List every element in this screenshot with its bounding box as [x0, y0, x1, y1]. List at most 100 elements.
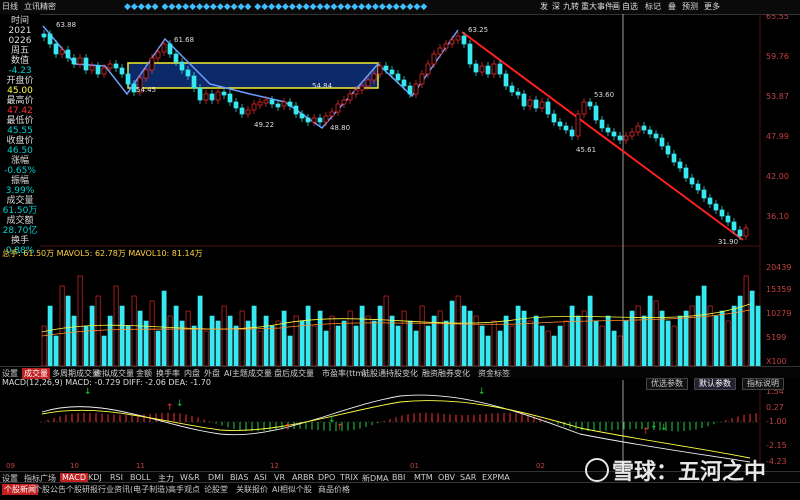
candle-body	[179, 61, 185, 71]
tab-item[interactable]: 设置	[2, 368, 18, 379]
volume-bar	[665, 320, 671, 367]
volume-bar	[443, 320, 449, 367]
volume-bar	[689, 305, 695, 367]
indicator-help-button[interactable]: 指标说明	[742, 378, 784, 390]
tab-item[interactable]: BIAS	[230, 473, 248, 482]
trend-line[interactable]	[461, 31, 744, 241]
tab-item[interactable]: KDJ	[88, 473, 102, 482]
candle-body	[611, 131, 617, 137]
news-tab[interactable]: 商品价格	[318, 484, 350, 495]
candle-body	[335, 103, 341, 113]
candlesticks	[41, 30, 749, 240]
tab-item[interactable]: 成交量	[22, 368, 50, 379]
candle-body	[629, 131, 635, 137]
default-params-button[interactable]: 默认参数	[694, 378, 736, 390]
tab-item[interactable]: 盘后成交量	[274, 368, 314, 379]
volume-bar	[365, 315, 371, 367]
toolbar-major-events[interactable]: 重大事件	[581, 1, 613, 12]
tab-item[interactable]: BOLL	[130, 473, 151, 482]
volume-bar	[725, 320, 731, 367]
candle-body	[599, 119, 605, 129]
candle-body	[299, 113, 305, 119]
candle-body	[263, 99, 269, 104]
candle-body	[173, 53, 179, 63]
candle-body	[671, 153, 677, 163]
tab-item[interactable]: 市盈率(ttm)	[322, 368, 366, 379]
volume-bar	[113, 285, 119, 367]
tab-item[interactable]: OBV	[438, 473, 455, 482]
tab-item[interactable]: TRIX	[340, 473, 358, 482]
tab-item[interactable]: 多周期成交量	[52, 368, 100, 379]
volume-bar	[233, 325, 239, 367]
news-tab[interactable]: 关联报价	[236, 484, 268, 495]
tab-item[interactable]: W&R	[180, 473, 200, 482]
tab-item[interactable]: ASI	[254, 473, 267, 482]
news-tab[interactable]: 个股新闻	[2, 484, 38, 495]
candle-body	[149, 57, 155, 71]
toolbar-more[interactable]: 更多	[704, 1, 720, 12]
tab-item[interactable]: 金额	[136, 368, 152, 379]
price-annotation: 45.61	[576, 146, 596, 154]
candle-body	[95, 65, 101, 75]
candle-body	[521, 93, 527, 107]
news-tab[interactable]: 高手观点	[168, 484, 200, 495]
tab-item[interactable]: 融资融券变化	[422, 368, 470, 379]
tab-item[interactable]: VR	[274, 473, 285, 482]
tab-item[interactable]: BBI	[392, 473, 405, 482]
news-tab[interactable]: 行业资讯(电子制造)	[98, 484, 168, 495]
news-tab[interactable]: 论股堂	[204, 484, 228, 495]
volume-bar	[383, 295, 389, 367]
volume-bar	[89, 305, 95, 367]
candle-body	[725, 215, 731, 223]
news-tab[interactable]: 个股研报	[66, 484, 98, 495]
news-tab[interactable]: 个股公告	[34, 484, 66, 495]
candle-body	[359, 85, 365, 91]
candle-body	[119, 67, 125, 75]
volume-bar	[677, 315, 683, 367]
toolbar-shen[interactable]: 深	[552, 1, 560, 12]
time-tick-label: 10	[70, 462, 79, 470]
tab-item[interactable]: DPO	[318, 473, 335, 482]
volume-bar	[335, 325, 341, 367]
period-label[interactable]: 日线	[2, 1, 18, 12]
tab-item[interactable]: SAR	[460, 473, 476, 482]
candle-body	[677, 161, 683, 169]
tab-item[interactable]: 换手率	[156, 368, 180, 379]
tab-item[interactable]: AI主题成交量	[224, 368, 272, 379]
toolbar-mark[interactable]: 标记	[645, 1, 661, 12]
toolbar-draw[interactable]: 画	[612, 1, 620, 12]
volume-bar	[389, 315, 395, 367]
chart-canvas[interactable]: 63.88 61.68 54.45 54.84 49.22 48.80 63.25 53.60…	[0, 14, 800, 470]
tab-item[interactable]: 陆股通持股变化	[362, 368, 418, 379]
volume-bar	[473, 315, 479, 367]
optimal-params-button[interactable]: 优选参数	[646, 378, 688, 390]
volume-bar	[65, 295, 71, 367]
toolbar-fa[interactable]: 发	[540, 1, 548, 12]
top-toolbar: 日线 立讯精密 ◆◆◆◆◆ ◆◆◆◆◆◆◆◆◆◆◆◆◆ ◆◆◆◆◆◆◆◆◆◆◆◆…	[0, 0, 800, 15]
tab-item[interactable]: MACD	[60, 473, 88, 482]
tab-item[interactable]: 内盘	[184, 368, 200, 379]
tab-item[interactable]: ARBR	[292, 473, 314, 482]
tab-item[interactable]: RSI	[110, 473, 123, 482]
tab-item[interactable]: DMI	[208, 473, 223, 482]
drawn-rectangle[interactable]	[127, 62, 379, 89]
price-tick-label: 42.00	[766, 172, 789, 181]
volume-bar	[71, 315, 77, 367]
candle-body	[737, 229, 743, 237]
candle-body	[281, 101, 287, 107]
volume-bar	[455, 295, 461, 367]
news-tab[interactable]: AI相似个股	[272, 484, 312, 495]
toolbar-overlay[interactable]: 叠	[668, 1, 676, 12]
tab-item[interactable]: 外盘	[204, 368, 220, 379]
tab-item[interactable]: 虚拟成交量	[94, 368, 134, 379]
time-tick-label: 12	[270, 462, 279, 470]
toolbar-forecast[interactable]: 预测	[682, 1, 698, 12]
tab-item[interactable]: EXPMA	[482, 473, 510, 482]
tab-item[interactable]: MTM	[414, 473, 433, 482]
volume-bar	[425, 325, 431, 367]
candle-body	[449, 39, 455, 45]
toolbar-watchlist[interactable]: 自选	[622, 1, 638, 12]
tab-item[interactable]: 资金标签	[478, 368, 510, 379]
watermark: 雪球：五河之中	[612, 460, 767, 485]
toolbar-jiuzhuan[interactable]: 九转	[563, 1, 579, 12]
